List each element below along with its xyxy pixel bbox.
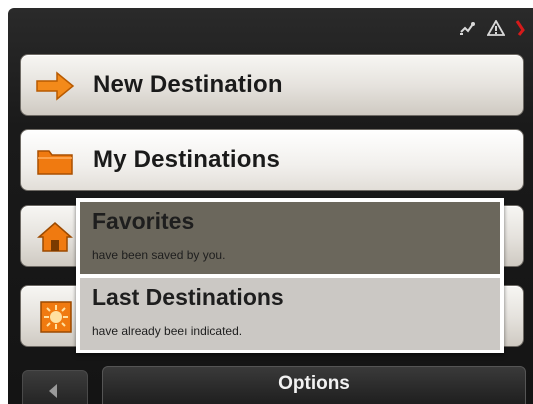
bottom-bar: Options [8, 360, 533, 404]
last-destinations-subtitle: have already beeı indicated. [92, 324, 243, 338]
chevron-left-icon [49, 384, 57, 398]
warning-triangle-icon [487, 20, 505, 36]
gps-signal-icon [460, 22, 475, 35]
back-button[interactable] [22, 370, 88, 404]
status-bar [8, 8, 533, 46]
arrow-right-icon [36, 71, 75, 101]
last-destinations-title: Last Destinations [92, 284, 284, 310]
home-icon [37, 222, 73, 252]
destinations-popup: Favorites have been saved by you. Last D… [76, 198, 504, 353]
new-destination-button[interactable]: New Destination [20, 54, 524, 116]
my-destinations-label: My Destinations [93, 146, 281, 173]
new-destination-label: New Destination [93, 71, 283, 98]
options-button[interactable]: Options [102, 366, 526, 404]
my-destinations-button[interactable]: My Destinations [20, 129, 524, 191]
status-icons [459, 20, 525, 36]
favorites-item[interactable]: Favorites have been saved by you. [80, 202, 500, 274]
battery-icon [515, 20, 525, 36]
favorites-subtitle: have been saved by you. [92, 248, 226, 262]
favorites-title: Favorites [92, 208, 195, 234]
last-destinations-item[interactable]: Last Destinations have already beeı indi… [80, 278, 500, 350]
folder-icon [37, 150, 73, 175]
sun-icon [40, 301, 72, 333]
nav-screen: New Destination My Destinations Favorite… [8, 8, 533, 404]
